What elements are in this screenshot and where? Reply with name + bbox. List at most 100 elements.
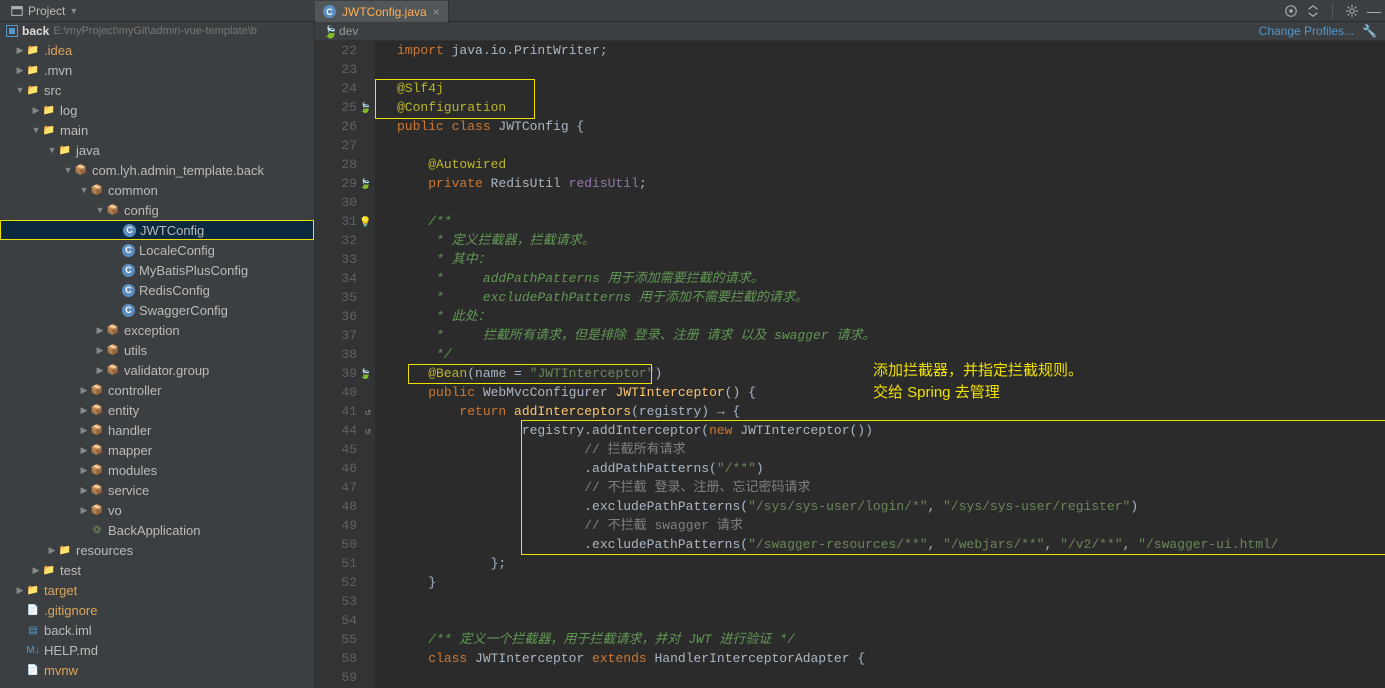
gutter-line[interactable]: 40 [315,383,357,402]
gutter-line[interactable]: 55 [315,630,357,649]
gutter-line[interactable]: 47 [315,478,357,497]
target-icon[interactable] [1284,4,1298,18]
tree-item[interactable]: ▶📦entity [0,400,314,420]
code-line[interactable]: registry.addInterceptor(new JWTIntercept… [397,421,1385,440]
gutter-line[interactable]: 25🍃 [315,98,357,117]
tree-item[interactable]: ▶📦service [0,480,314,500]
tree-item[interactable]: ▶❂BackApplication [0,520,314,540]
gutter-line[interactable]: 26 [315,117,357,136]
tree-item[interactable]: ▶📁.idea [0,40,314,60]
gutter-line[interactable]: 34 [315,269,357,288]
wrench-icon[interactable]: 🔧 [1362,24,1377,38]
tree-item[interactable]: ▼📦config [0,200,314,220]
code-line[interactable]: * addPathPatterns 用于添加需要拦截的请求。 [397,269,1385,288]
tree-item[interactable]: ▶📄mvnw [0,660,314,680]
gutter-line[interactable]: 41↺ [315,402,357,421]
tree-item[interactable]: ▶📦controller [0,380,314,400]
gutter-line[interactable]: 37 [315,326,357,345]
tree-item[interactable]: ▶📦modules [0,460,314,480]
gutter-line[interactable]: 29🍃 [315,174,357,193]
gutter-line[interactable]: 58 [315,649,357,668]
gutter-line[interactable]: 38 [315,345,357,364]
gutter-line[interactable]: 50 [315,535,357,554]
code-line[interactable]: /** 定义一个拦截器，用于拦截请求，并对 JWT 进行验证 */ [397,630,1385,649]
gutter-line[interactable]: 53 [315,592,357,611]
tree-item[interactable]: ▼📁java [0,140,314,160]
gutter-line[interactable]: 30 [315,193,357,212]
gutter-line[interactable]: 54 [315,611,357,630]
code-line[interactable]: class JWTInterceptor extends HandlerInte… [397,649,1385,668]
gutter-line[interactable]: 35 [315,288,357,307]
code-line[interactable]: * 定义拦截器，拦截请求。 [397,231,1385,250]
code-line[interactable]: * excludePathPatterns 用于添加不需要拦截的请求。 [397,288,1385,307]
spring-bean-icon[interactable]: 🍃 [359,366,371,378]
code-line[interactable]: .excludePathPatterns("/swagger-resources… [397,535,1385,554]
tree-item[interactable]: ▶CLocaleConfig [0,240,314,260]
gutter-line[interactable]: 51 [315,554,357,573]
code-line[interactable]: return addInterceptors(registry) → { [397,402,1385,421]
code-line[interactable]: @Bean(name = "JWTInterceptor") [397,364,1385,383]
gutter-line[interactable]: 24 [315,79,357,98]
tree-item[interactable]: ▼📁src [0,80,314,100]
gear-icon[interactable] [1345,4,1359,18]
code-line[interactable]: public WebMvcConfigurer JWTInterceptor()… [397,383,1385,402]
change-profiles-link[interactable]: Change Profiles... [1259,24,1354,38]
code-line[interactable]: /** [397,212,1385,231]
code-line[interactable]: // 拦截所有请求 [397,440,1385,459]
gutter-line[interactable]: 23 [315,60,357,79]
tree-item[interactable]: ▼📦common [0,180,314,200]
tree-item[interactable]: ▶📦utils [0,340,314,360]
code-line[interactable] [397,592,1385,611]
code-line[interactable]: private RedisUtil redisUtil; [397,174,1385,193]
project-dropdown[interactable]: Project ▼ [4,2,84,20]
tree-item[interactable]: ▶📁target [0,580,314,600]
tree-item[interactable]: ▶📁resources [0,540,314,560]
gutter-line[interactable]: 46 [315,459,357,478]
tree-item[interactable]: ▶M↓HELP.md [0,640,314,660]
code-line[interactable] [397,136,1385,155]
code-editor[interactable]: 22232425🍃26272829🍃3031💡3233343536373839🍃… [315,41,1385,688]
tree-item[interactable]: ▶📁test [0,560,314,580]
code-line[interactable]: * 此处： [397,307,1385,326]
gutter-line[interactable]: 32 [315,231,357,250]
code-line[interactable]: * 拦截所有请求，但是排除 登录、注册 请求 以及 swagger 请求。 [397,326,1385,345]
code-line[interactable] [397,611,1385,630]
code-line[interactable]: public class JWTConfig { [397,117,1385,136]
code-line[interactable]: * 其中： [397,250,1385,269]
code-line[interactable]: import java.io.PrintWriter; [397,41,1385,60]
code-line[interactable]: */ [397,345,1385,364]
code-line[interactable]: @Slf4j [397,79,1385,98]
code-line[interactable]: @Configuration [397,98,1385,117]
recursive-icon[interactable]: ↺ [359,404,371,416]
gutter-line[interactable]: 45 [315,440,357,459]
gutter-line[interactable]: 39🍃 [315,364,357,383]
tree-item[interactable]: ▶📦validator.group [0,360,314,380]
code-line[interactable]: } [397,573,1385,592]
tree-item[interactable]: ▶📄.gitignore [0,600,314,620]
collapse-icon[interactable] [1306,4,1320,18]
gutter-line[interactable]: 52 [315,573,357,592]
tree-item[interactable]: ▼📁main [0,120,314,140]
gutter-line[interactable]: 44↺ [315,421,357,440]
gutter-line[interactable]: 36 [315,307,357,326]
code-line[interactable] [397,60,1385,79]
tree-item[interactable]: ▶CRedisConfig [0,280,314,300]
project-tree[interactable]: ▶📁.idea ▶📁.mvn ▼📁src ▶📁log ▼📁main ▼📁java… [0,40,314,680]
code-line[interactable] [397,193,1385,212]
tree-item[interactable]: ▶CMyBatisPlusConfig [0,260,314,280]
recursive-icon[interactable]: ↺ [359,423,371,435]
tree-item[interactable]: ▶CSwaggerConfig [0,300,314,320]
tree-item[interactable]: ▶📦exception [0,320,314,340]
gutter-line[interactable]: 49 [315,516,357,535]
gutter-line[interactable]: 59 [315,668,357,687]
tree-item-jwtconfig[interactable]: ▶CJWTConfig [0,220,314,240]
tree-item[interactable]: ▼📦com.lyh.admin_template.back [0,160,314,180]
gutter-line[interactable]: 33 [315,250,357,269]
tree-item[interactable]: ▶📦mapper [0,440,314,460]
minimize-icon[interactable]: — [1367,3,1381,19]
tree-item[interactable]: ▶📁.mvn [0,60,314,80]
spring-bean-icon[interactable]: 🍃 [359,100,371,112]
gutter-line[interactable]: 28 [315,155,357,174]
code-line[interactable] [397,668,1385,687]
gutter-line[interactable]: 48 [315,497,357,516]
